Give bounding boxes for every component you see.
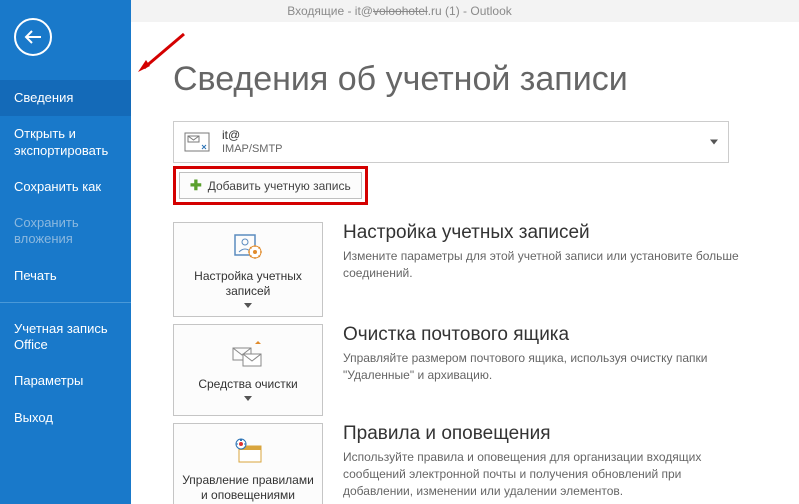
card-button[interactable]: Средства очистки	[173, 324, 323, 416]
account-settings-icon	[231, 231, 265, 263]
card-button-label: Настройка учетных записей	[180, 269, 316, 299]
card-button-label: Управление правилами и оповещениями	[180, 473, 316, 503]
card-text: Измените параметры для этой учетной запи…	[343, 248, 753, 282]
arrow-left-icon	[24, 30, 42, 44]
annotation-highlight: ✚ Добавить учетную запись	[173, 166, 368, 205]
card-text: Используйте правила и оповещения для орг…	[343, 449, 753, 499]
sidebar-item[interactable]: Печать	[0, 258, 131, 294]
content-area: Сведения об учетной записи it@ IMAP/SMTP…	[131, 22, 799, 504]
sidebar-item[interactable]: Параметры	[0, 363, 131, 399]
info-card: Настройка учетных записейНастройка учетн…	[173, 221, 753, 317]
title-domain: voloohotel	[373, 4, 428, 18]
rules-icon	[231, 435, 265, 467]
page-title: Сведения об учетной записи	[173, 60, 769, 99]
add-account-button[interactable]: ✚ Добавить учетную запись	[179, 172, 362, 199]
backstage-sidebar: СведенияОткрыть и экспортироватьСохранит…	[0, 0, 131, 504]
info-card: Управление правилами и оповещениями Прави…	[173, 422, 753, 504]
back-button[interactable]	[14, 18, 52, 56]
card-title: Настройка учетных записей	[343, 222, 753, 244]
info-card: Средства очистки Очистка почтового ящика У…	[173, 323, 753, 416]
account-email: it@	[222, 128, 283, 142]
card-title: Очистка почтового ящика	[343, 324, 753, 346]
card-description: Правила и оповещения Используйте правила …	[343, 423, 753, 499]
plus-icon: ✚	[190, 177, 202, 194]
card-title: Правила и оповещения	[343, 423, 753, 445]
account-protocol: IMAP/SMTP	[222, 143, 283, 156]
sidebar-item[interactable]: Сохранить как	[0, 169, 131, 205]
sidebar-item[interactable]: Сведения	[0, 80, 131, 116]
chevron-down-icon	[710, 140, 718, 145]
sidebar-separator	[0, 302, 131, 303]
sidebar-item[interactable]: Учетная запись Office	[0, 311, 131, 364]
cleanup-icon	[231, 339, 265, 371]
add-account-label: Добавить учетную запись	[208, 179, 351, 193]
sidebar-item[interactable]: Выход	[0, 400, 131, 436]
card-description: Очистка почтового ящика Управляйте размер…	[343, 324, 753, 384]
account-text: it@ IMAP/SMTP	[222, 128, 283, 156]
card-button[interactable]: Настройка учетных записей	[173, 222, 323, 317]
sidebar-item: Сохранить вложения	[0, 205, 131, 258]
card-button[interactable]: Управление правилами и оповещениями	[173, 423, 323, 504]
card-description: Настройка учетных записей Измените параме…	[343, 222, 753, 282]
title-suffix: .ru (1) - Outlook	[428, 4, 512, 18]
account-selector[interactable]: it@ IMAP/SMTP	[173, 121, 729, 163]
title-prefix: Входящие - it@	[287, 4, 373, 18]
chevron-down-icon	[244, 396, 252, 401]
card-button-label: Средства очистки	[198, 377, 297, 392]
chevron-down-icon	[244, 303, 252, 308]
mailbox-icon	[182, 127, 212, 157]
sidebar-item[interactable]: Открыть и экспортировать	[0, 116, 131, 169]
card-text: Управляйте размером почтового ящика, исп…	[343, 350, 753, 384]
